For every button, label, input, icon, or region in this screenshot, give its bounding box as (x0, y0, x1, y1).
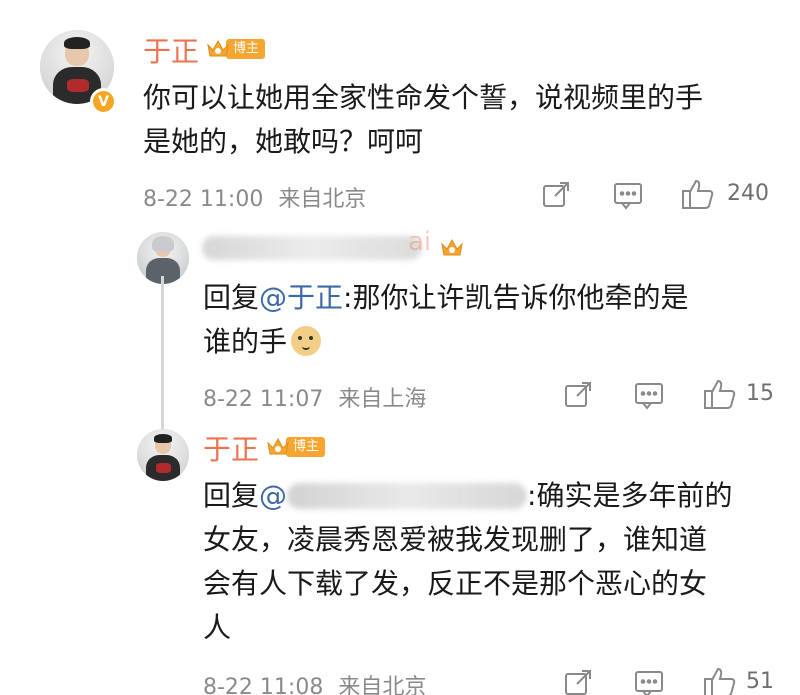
reply-text: 回复@ :确实是多年前的 女友，凌晨秀恩爱被我发现删了，谁知道 会有人下载了发，反… (203, 474, 783, 650)
reply-prefix: 回复 (203, 281, 260, 314)
timestamp: 8-22 11:08 (203, 675, 324, 695)
crown-badge (440, 237, 464, 259)
location: 来自北京 (278, 187, 367, 212)
crown-icon (206, 38, 230, 60)
like-count: 51 (746, 669, 774, 694)
comment-icon[interactable] (633, 380, 665, 414)
reply-text-line: 女友，凌晨秀恩爱被我发现删了，谁知道 (203, 523, 708, 556)
crown-icon (440, 237, 464, 259)
thumbs-up-icon[interactable] (703, 378, 737, 414)
crown-icon (266, 436, 290, 458)
share-icon[interactable] (541, 180, 571, 214)
comment-icon[interactable] (612, 180, 644, 214)
comment-meta: 8-22 11:00 来自北京 (143, 181, 366, 213)
verified-v-icon: V (90, 88, 117, 115)
reply-text-line: :确实是多年前的 (527, 479, 733, 512)
reply-text-line: 谁的手 (203, 325, 288, 358)
timestamp: 8-22 11:07 (203, 387, 324, 412)
reply-meta: 8-22 11:08 来自北京 (203, 669, 426, 695)
thumbs-up-icon[interactable] (703, 666, 737, 695)
like-count: 15 (746, 381, 774, 406)
comment-icon[interactable] (633, 668, 665, 695)
blurred-username (202, 236, 422, 260)
share-icon[interactable] (563, 668, 593, 695)
blogger-label: 博主 (226, 39, 266, 59)
location: 来自北京 (338, 675, 427, 695)
share-icon[interactable] (563, 380, 593, 414)
comment-text-line: 是她的，她敢吗？呵呵 (143, 125, 424, 158)
avatar[interactable] (137, 429, 189, 481)
reply-text-line: :那你让许凯告诉你他牵的是 (343, 281, 689, 314)
comment-text-line: 你可以让她用全家性命发个誓，说视频里的手 (143, 81, 704, 114)
doge-emoji-icon (291, 326, 322, 356)
mention-link[interactable]: @ (259, 479, 287, 512)
reply-text-line: 人 (203, 611, 232, 644)
blogger-badge: 博主 (266, 436, 326, 458)
username[interactable]: 于正 (203, 428, 259, 468)
comment-text: 你可以让她用全家性命发个誓，说视频里的手 是她的，她敢吗？呵呵 (143, 76, 783, 164)
blogger-label: 博主 (286, 437, 326, 457)
username-fragment: ai (408, 227, 432, 257)
username[interactable]: 于正 (143, 30, 199, 70)
location: 来自上海 (338, 387, 427, 412)
reply-prefix: 回复 (203, 479, 260, 512)
reply-meta: 8-22 11:07 来自上海 (203, 381, 426, 413)
blurred-mention (287, 483, 528, 509)
blogger-badge: 博主 (206, 38, 266, 60)
mention-link[interactable]: @于正 (259, 281, 343, 314)
reply-text: 回复@于正:那你让许凯告诉你他牵的是 谁的手 (203, 276, 783, 364)
thumbs-up-icon[interactable] (681, 178, 715, 214)
timestamp: 8-22 11:00 (143, 187, 264, 212)
like-count: 240 (727, 181, 769, 206)
reply-text-line: 会有人下载了发，反正不是那个恶心的女 (203, 567, 708, 600)
thread-line (161, 276, 164, 430)
